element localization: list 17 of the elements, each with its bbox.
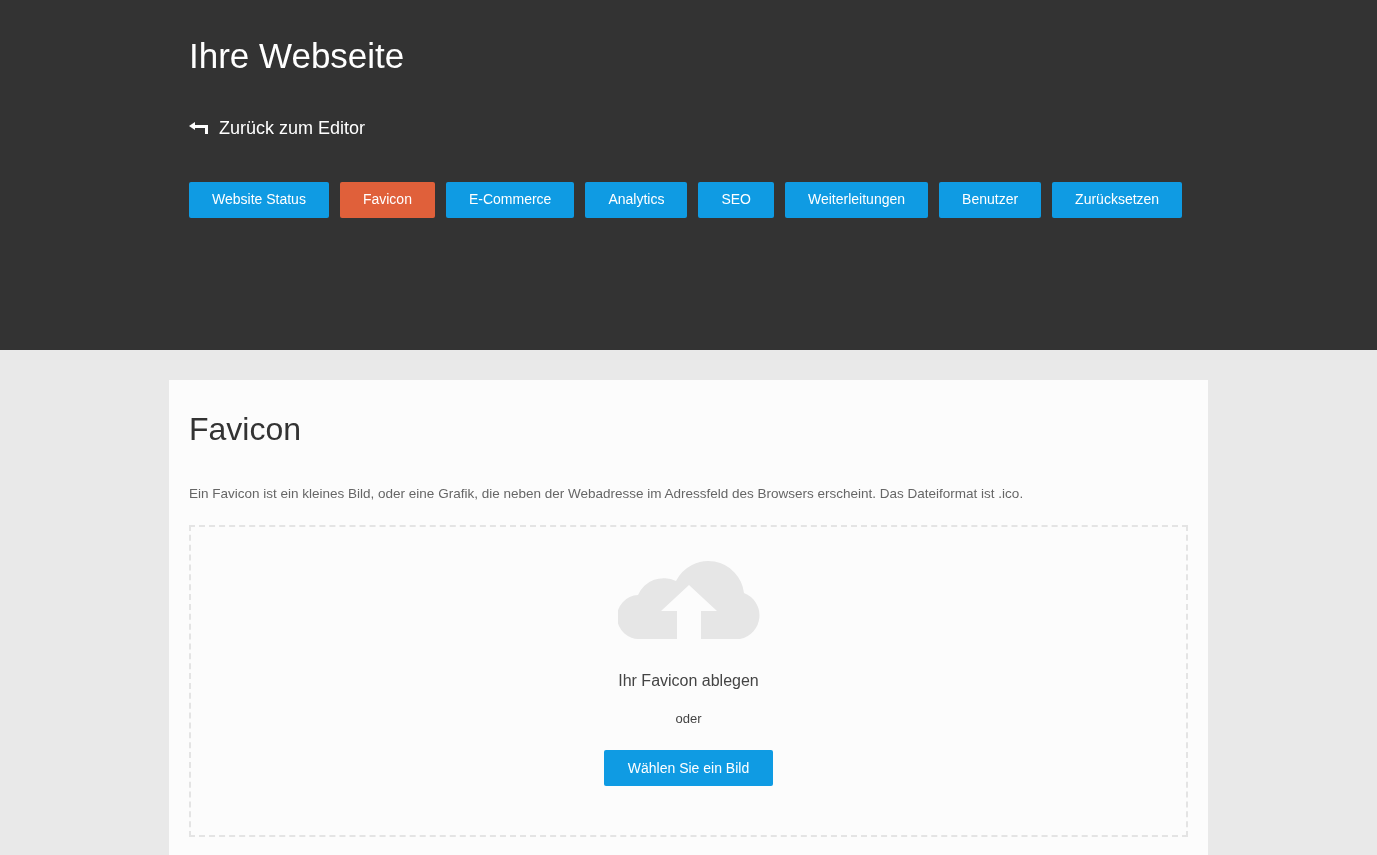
back-link[interactable]: Zurück zum Editor	[189, 114, 366, 142]
drop-zone[interactable]: Ihr Favicon ablegen oder Wählen Sie ein Bild	[189, 524, 1188, 837]
tab[interactable]: SEO	[698, 181, 774, 218]
tab[interactable]: Website Status	[189, 181, 329, 218]
separator-text: oder	[675, 709, 702, 728]
tab[interactable]: Benutzer	[939, 181, 1042, 218]
tab[interactable]: Zurücksetzen	[1052, 181, 1183, 218]
description-text: Ein Favicon ist ein kleines Bild, oder eine Grafik, die neben der Webadresse im Adressfeld des Browsers erscheint. Das Dateiformat ist .ico.	[189, 485, 1025, 504]
tab[interactable]: Weiterleitungen	[785, 181, 929, 218]
site-title: Ihre Webseite	[189, 37, 406, 76]
tab[interactable]: Favicon	[339, 181, 435, 218]
return-arrow-icon	[189, 121, 208, 135]
panel-title: Favicon	[189, 410, 303, 449]
tab[interactable]: E-Commerce	[445, 181, 575, 218]
tab[interactable]: Analytics	[585, 181, 688, 218]
drop-prompt: Ihr Favicon ablegen	[618, 670, 759, 691]
choose-image-button[interactable]: Wählen Sie ein Bild	[603, 750, 774, 787]
